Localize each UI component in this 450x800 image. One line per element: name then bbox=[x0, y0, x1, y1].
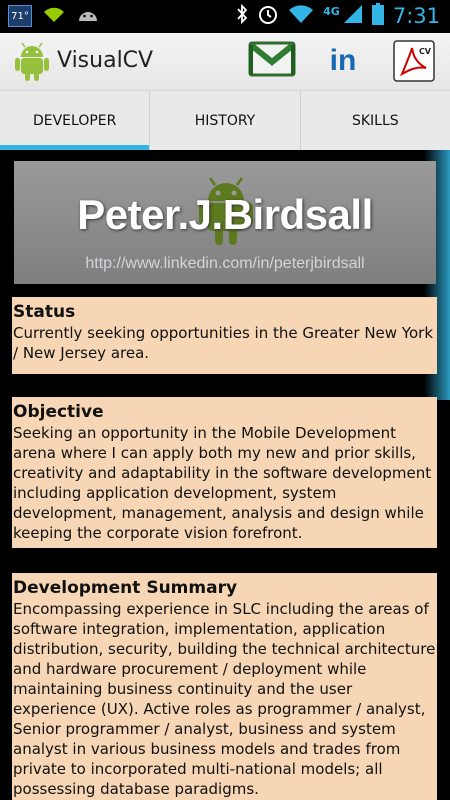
status-bar: 71° 4G 7:31 bbox=[0, 0, 450, 33]
network-type-label: 4G bbox=[323, 4, 340, 18]
pdf-cv-button[interactable]: CV bbox=[390, 38, 438, 84]
cell-signal-icon bbox=[343, 4, 363, 28]
status-text: Currently seeking opportunities in the G… bbox=[13, 324, 433, 362]
objective-heading: Objective bbox=[13, 402, 104, 422]
wifi-icon bbox=[288, 4, 314, 28]
tab-history[interactable]: HISTORY bbox=[149, 91, 299, 150]
action-bar: VisualCV in CV bbox=[0, 33, 450, 90]
linkedin-icon: in bbox=[329, 44, 357, 77]
wifi-signal-icon bbox=[42, 5, 66, 27]
development-summary-heading: Development Summary bbox=[13, 578, 238, 598]
pdf-cv-label: CV bbox=[418, 47, 431, 56]
clock: 7:31 bbox=[392, 4, 440, 28]
alarm-icon bbox=[257, 3, 279, 29]
tab-developer[interactable]: DEVELOPER bbox=[0, 91, 150, 150]
status-heading: Status bbox=[13, 302, 76, 322]
linkedin-button[interactable]: in bbox=[319, 38, 367, 84]
android-notification-icon bbox=[76, 6, 100, 26]
status-section: Status Currently seeking opportunities i… bbox=[12, 297, 437, 374]
tab-skills[interactable]: SKILLS bbox=[299, 91, 450, 150]
profile-name: Peter.J.Birdsall bbox=[77, 191, 373, 238]
pdf-document-icon: CV bbox=[393, 40, 435, 82]
battery-icon bbox=[371, 3, 384, 29]
objective-section: Objective Seeking an opportunity in the … bbox=[12, 397, 437, 548]
gmail-icon bbox=[248, 40, 296, 82]
app-logo-icon[interactable] bbox=[14, 42, 50, 86]
tab-bar: DEVELOPER HISTORY SKILLS bbox=[0, 90, 450, 150]
email-button[interactable] bbox=[248, 38, 296, 84]
developer-content[interactable]: Peter.J.Birdsall http://www.linkedin.com… bbox=[0, 150, 450, 800]
profile-url-link[interactable]: http://www.linkedin.com/in/peterjbirdsal… bbox=[14, 255, 436, 273]
app-title: VisualCV bbox=[57, 48, 154, 73]
bluetooth-icon bbox=[236, 3, 248, 28]
development-summary-text: Encompassing experience in SLC including… bbox=[13, 600, 436, 798]
development-summary-section: Development Summary Encompassing experie… bbox=[12, 573, 437, 800]
objective-text: Seeking an opportunity in the Mobile Dev… bbox=[13, 424, 432, 542]
profile-banner: Peter.J.Birdsall http://www.linkedin.com… bbox=[14, 161, 436, 284]
weather-icon: 71° bbox=[8, 5, 32, 27]
